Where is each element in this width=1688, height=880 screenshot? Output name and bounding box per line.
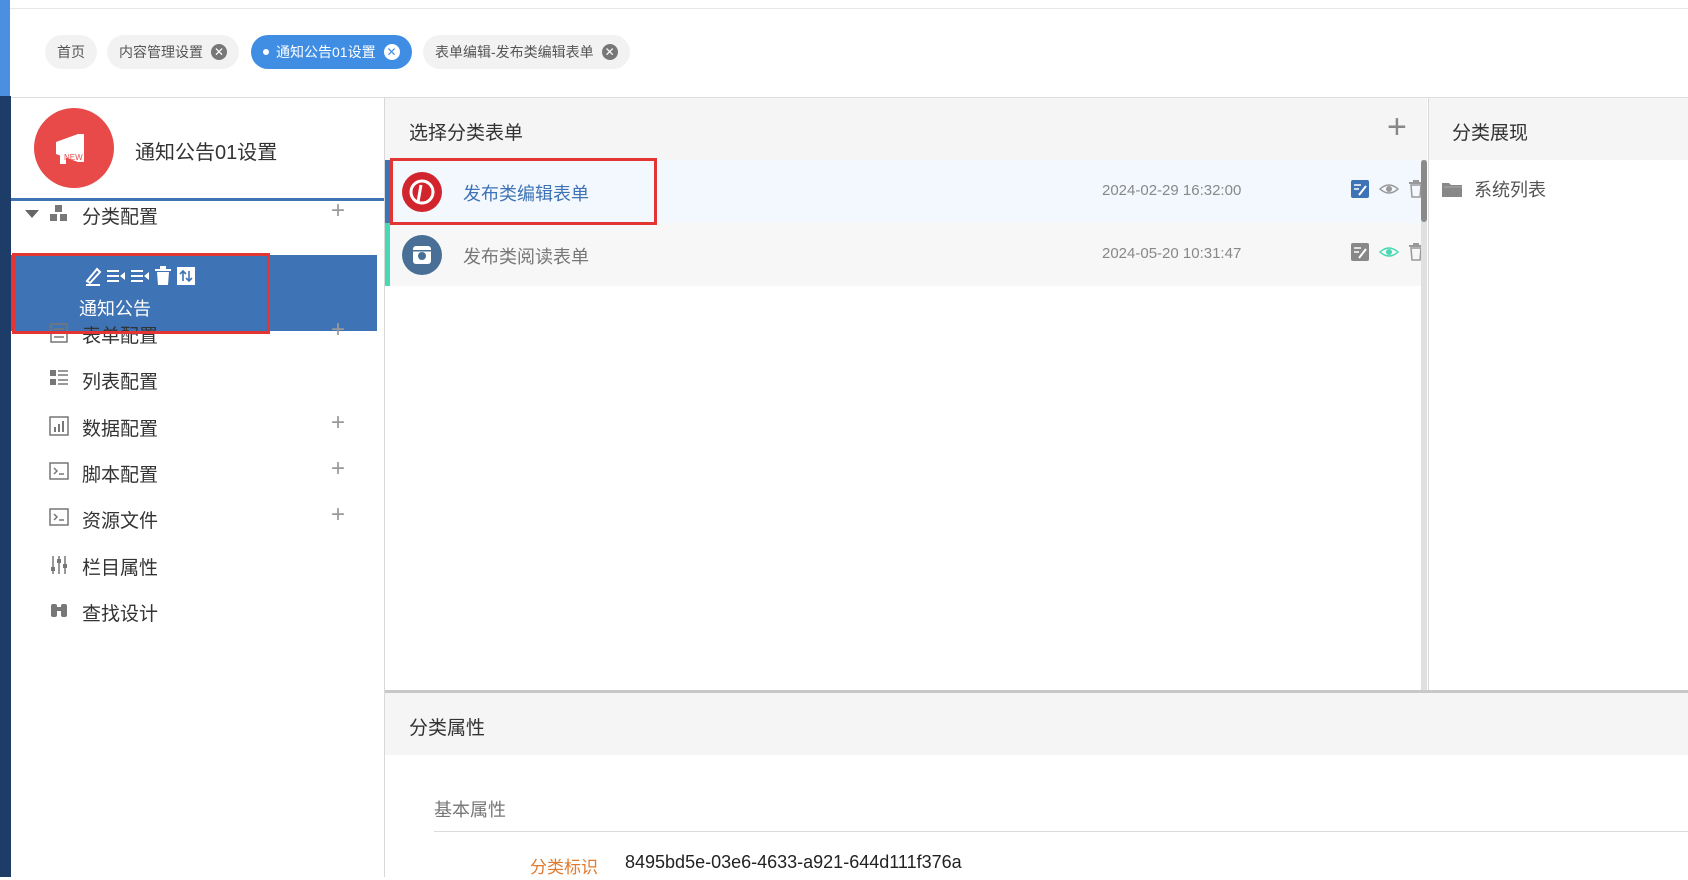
- form-date: 2024-05-20 10:31:47: [1102, 245, 1242, 262]
- tab-label: 首页: [57, 44, 85, 60]
- forms-panel-header: 选择分类表单 +: [385, 98, 1427, 161]
- tab-form-edit[interactable]: 表单编辑-发布类编辑表单 ✕: [423, 35, 630, 69]
- row-actions: [1351, 180, 1423, 203]
- edit-form-icon[interactable]: [1351, 243, 1369, 266]
- add-resource-button[interactable]: +: [331, 502, 345, 528]
- sidebar-item-label: 分类配置: [82, 207, 159, 228]
- tab-home[interactable]: 首页: [45, 35, 97, 69]
- page-title: 通知公告01设置: [135, 142, 278, 164]
- scrollbar-thumb[interactable]: [1421, 160, 1427, 222]
- sidebar-header: NEW 通知公告01设置: [11, 98, 384, 201]
- left-accent-top: [0, 0, 10, 96]
- display-item[interactable]: 系统列表: [1441, 176, 1546, 202]
- display-panel-title: 分类展现: [1452, 123, 1529, 144]
- sidebar-item-script-config[interactable]: 脚本配置 +: [11, 448, 384, 494]
- sidebar-item-label: 资源文件: [82, 511, 159, 532]
- top-strip: [0, 0, 1688, 9]
- highlight-box: [390, 158, 657, 225]
- terminal-icon: [49, 508, 69, 526]
- view-icon[interactable]: [1378, 243, 1400, 266]
- view-icon[interactable]: [1378, 180, 1400, 203]
- row-actions: [1351, 243, 1423, 266]
- edit-form-icon[interactable]: [1351, 180, 1369, 203]
- instagram-icon: [402, 235, 442, 275]
- blocks-icon: [49, 204, 69, 222]
- sidebar-item-label: 列表配置: [82, 372, 159, 393]
- form-row[interactable]: 发布类阅读表单 2024-05-20 10:31:47: [385, 223, 1423, 286]
- active-dot-icon: [263, 49, 269, 55]
- add-form-plus-button[interactable]: +: [1387, 110, 1407, 144]
- sidebar-item-list-config[interactable]: 列表配置: [11, 355, 384, 401]
- display-panel-header: 分类展现: [1429, 98, 1688, 160]
- sidebar-item-search-design[interactable]: 查找设计: [11, 587, 384, 633]
- binoculars-icon: [49, 601, 69, 619]
- tab-notice-settings[interactable]: 通知公告01设置 ✕: [251, 35, 412, 69]
- add-data-button[interactable]: +: [331, 410, 345, 436]
- forms-panel-title: 选择分类表单: [409, 123, 524, 144]
- sidebar: NEW 通知公告01设置 分类配置 + 通知公告 表单配置 + 列表配置 数据配…: [11, 98, 385, 877]
- scrollbar-track[interactable]: [1421, 160, 1427, 690]
- folder-icon: [1441, 180, 1468, 200]
- close-icon[interactable]: ✕: [211, 44, 227, 60]
- add-form-button[interactable]: +: [331, 317, 345, 343]
- left-accent-bar: [0, 96, 11, 877]
- megaphone-icon: NEW: [34, 108, 114, 188]
- tab-label: 表单编辑-发布类编辑表单: [435, 44, 594, 60]
- highlight-box: [12, 253, 270, 334]
- tab-label: 通知公告01设置: [276, 44, 376, 60]
- property-label: 分类标识: [530, 858, 598, 877]
- tab-label: 内容管理设置: [119, 44, 203, 60]
- close-icon[interactable]: ✕: [601, 44, 618, 60]
- form-date: 2024-02-29 16:32:00: [1102, 182, 1242, 199]
- add-script-button[interactable]: +: [331, 456, 345, 482]
- tab-bar: 首页 内容管理设置 ✕ 通知公告01设置 ✕ 表单编辑-发布类编辑表单 ✕: [11, 9, 1688, 98]
- sidebar-item-column-properties[interactable]: 栏目属性: [11, 541, 384, 587]
- close-icon[interactable]: ✕: [383, 44, 400, 60]
- section-divider: [434, 831, 1688, 832]
- sidebar-item-category-config[interactable]: 分类配置 +: [11, 190, 384, 236]
- logo-text: NEW: [64, 153, 83, 162]
- property-value: 8495bd5e-03e6-4633-a921-644d111f376a: [625, 852, 962, 872]
- sliders-icon: [49, 555, 69, 574]
- terminal-icon: [49, 462, 69, 480]
- sidebar-item-label: 栏目属性: [82, 558, 159, 579]
- properties-title: 分类属性: [409, 718, 486, 739]
- sidebar-item-label: 查找设计: [82, 604, 159, 625]
- chart-icon: [49, 416, 69, 436]
- sidebar-item-resource-files[interactable]: 资源文件 +: [11, 494, 384, 540]
- sidebar-item-label: 脚本配置: [82, 465, 159, 486]
- add-category-button[interactable]: +: [331, 198, 345, 224]
- properties-panel: 分类属性 基本属性 分类标识 8495bd5e-03e6-4633-a921-6…: [385, 690, 1688, 880]
- properties-header: 分类属性: [385, 693, 1688, 755]
- sidebar-item-label: 数据配置: [82, 419, 159, 440]
- form-name[interactable]: 发布类阅读表单: [463, 243, 589, 269]
- list-icon: [49, 369, 69, 387]
- display-panel: 分类展现 系统列表: [1428, 98, 1688, 690]
- sidebar-item-data-config[interactable]: 数据配置 +: [11, 402, 384, 448]
- tab-content-settings[interactable]: 内容管理设置 ✕: [107, 35, 239, 69]
- caret-down-icon[interactable]: [25, 210, 39, 218]
- section-title: 基本属性: [434, 800, 506, 820]
- display-item-label: 系统列表: [1474, 180, 1547, 200]
